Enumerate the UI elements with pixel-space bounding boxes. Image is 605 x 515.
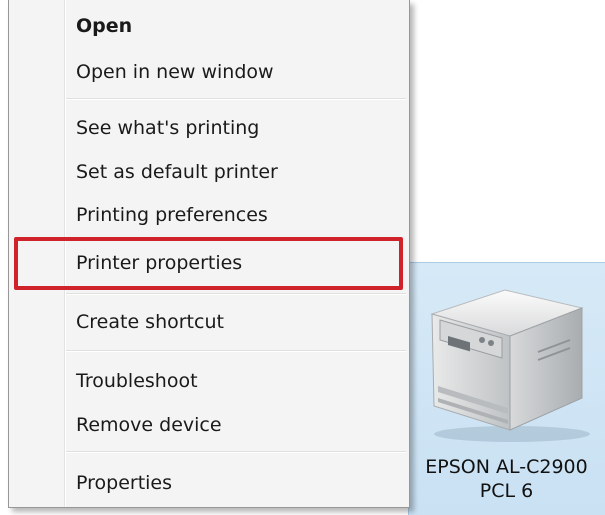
menu-item-create-shortcut[interactable]: Create shortcut [76, 302, 401, 342]
highlight-annotation-box [14, 237, 403, 290]
desktop-canvas: EPSON AL-C2900 PCL 6 Open Open in new wi… [0, 0, 605, 515]
device-name-label[interactable]: EPSON AL-C2900 PCL 6 [408, 455, 605, 503]
menu-item-set-as-default-printer[interactable]: Set as default printer [76, 152, 401, 192]
menu-item-open[interactable]: Open [76, 6, 401, 46]
menu-item-remove-device[interactable]: Remove device [76, 405, 401, 445]
device-name-line1: EPSON AL-C2900 [425, 456, 588, 478]
menu-item-properties[interactable]: Properties [76, 463, 401, 503]
menu-separator [66, 293, 406, 295]
menu-separator [66, 451, 406, 453]
menu-item-see-whats-printing[interactable]: See what's printing [76, 108, 401, 148]
menu-separator [66, 98, 406, 100]
device-name-line2: PCL 6 [479, 480, 534, 502]
menu-item-printing-preferences[interactable]: Printing preferences [76, 195, 401, 235]
printer-icon[interactable] [420, 274, 595, 444]
menu-item-open-in-new-window[interactable]: Open in new window [76, 52, 401, 92]
menu-separator [66, 350, 406, 352]
menu-item-troubleshoot[interactable]: Troubleshoot [76, 361, 401, 401]
